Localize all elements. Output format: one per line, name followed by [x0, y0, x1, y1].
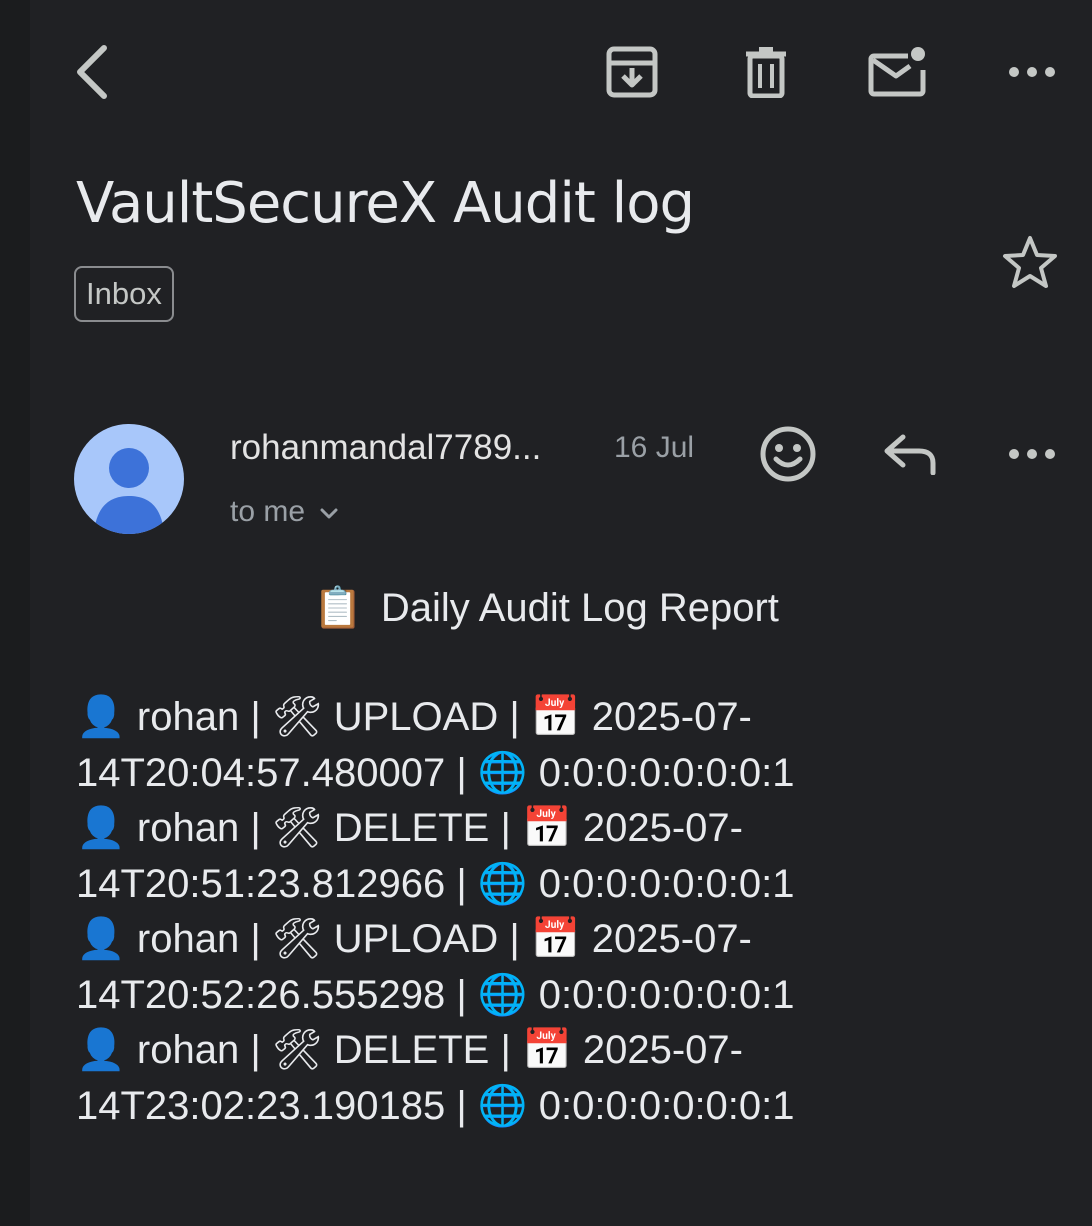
recipient-label: to me	[230, 495, 306, 528]
more-horizontal-icon	[1008, 65, 1056, 79]
top-toolbar	[0, 0, 1092, 140]
log-entry: 👤 rohan | 🛠 UPLOAD | 📅 2025-07- 14T20:52…	[76, 912, 1056, 1023]
log-entry-line: 👤 rohan | 🛠 UPLOAD | 📅 2025-07-	[76, 695, 752, 739]
sender-name[interactable]: rohanmandal7789...	[230, 424, 541, 472]
mark-unread-button[interactable]	[862, 36, 934, 108]
log-entry-line: 👤 rohan | 🛠 DELETE | 📅 2025-07-	[76, 1028, 743, 1072]
chevron-left-icon	[72, 44, 112, 100]
reply-button[interactable]	[874, 420, 946, 492]
log-entry-line: 14T20:52:26.555298 | 🌐 0:0:0:0:0:0:0:1	[76, 972, 795, 1017]
log-entry-line: 14T23:02:23.190185 | 🌐 0:0:0:0:0:0:0:1	[76, 1083, 795, 1128]
log-entry: 👤 rohan | 🛠 DELETE | 📅 2025-07- 14T23:02…	[76, 1023, 1056, 1134]
more-horizontal-icon	[1008, 447, 1056, 466]
more-options-button[interactable]	[996, 36, 1068, 108]
clipboard-icon: 📋	[313, 585, 363, 631]
inbox-label-chip[interactable]: Inbox	[74, 266, 174, 322]
log-entry-line: 14T20:51:23.812966 | 🌐 0:0:0:0:0:0:0:1	[76, 861, 795, 906]
sender-avatar[interactable]	[74, 424, 184, 534]
log-entry: 👤 rohan | 🛠 DELETE | 📅 2025-07- 14T20:51…	[76, 801, 1056, 912]
emoji-reaction-icon	[759, 425, 817, 488]
report-title-text: Daily Audit Log Report	[380, 586, 779, 630]
add-reaction-button[interactable]	[752, 420, 824, 492]
delete-button[interactable]	[730, 36, 802, 108]
log-entry-line: 14T20:04:57.480007 | 🌐 0:0:0:0:0:0:0:1	[76, 750, 795, 795]
back-button[interactable]	[60, 36, 124, 108]
chevron-down-icon	[319, 490, 339, 534]
star-outline-icon	[1002, 235, 1058, 294]
audit-log-entries: 👤 rohan | 🛠 UPLOAD | 📅 2025-07- 14T20:04…	[76, 690, 1056, 1134]
reply-icon	[883, 433, 937, 480]
log-entry-line: 👤 rohan | 🛠 UPLOAD | 📅 2025-07-	[76, 917, 752, 961]
message-more-button[interactable]	[996, 420, 1068, 492]
email-subject: VaultSecureX Audit log	[76, 171, 695, 236]
report-heading: 📋 Daily Audit Log Report	[0, 576, 1092, 640]
archive-icon	[606, 46, 658, 98]
person-icon	[74, 448, 184, 534]
archive-button[interactable]	[596, 36, 668, 108]
log-entry: 👤 rohan | 🛠 UPLOAD | 📅 2025-07- 14T20:04…	[76, 690, 1056, 801]
email-view-screen: VaultSecureX Audit log Inbox rohanmandal…	[0, 0, 1092, 1226]
sent-date: 16 Jul	[614, 431, 695, 464]
log-entry-line: 👤 rohan | 🛠 DELETE | 📅 2025-07-	[76, 806, 743, 850]
mark-unread-icon	[868, 46, 928, 98]
trash-icon	[744, 46, 788, 98]
recipient-details-toggle[interactable]: to me	[230, 490, 339, 534]
star-button[interactable]	[994, 228, 1066, 300]
